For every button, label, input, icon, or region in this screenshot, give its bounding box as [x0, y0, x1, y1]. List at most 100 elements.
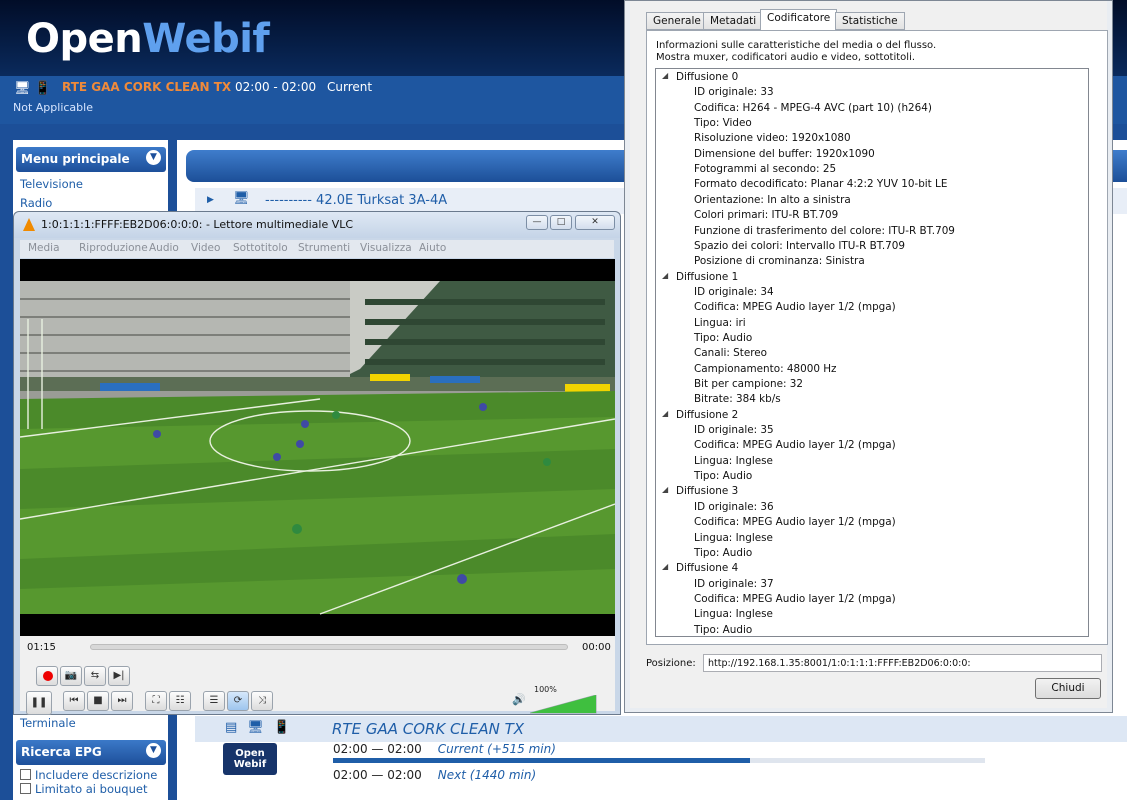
close-button[interactable]: ✕: [575, 215, 615, 230]
stream-4-property: Lingua: Inglese: [694, 608, 773, 621]
stream-0-property: Orientazione: In alto a sinistra: [694, 193, 851, 206]
volume-icon[interactable]: 🔊: [512, 693, 526, 706]
previous-icon[interactable]: ⏮: [63, 691, 85, 711]
main-menu-header[interactable]: Menu principale ▼: [16, 147, 166, 172]
menu-aiuto[interactable]: Aiuto: [419, 242, 446, 254]
pause-button[interactable]: ❚❚: [26, 691, 52, 715]
channel-name[interactable]: RTE GAA CORK CLEAN TX: [332, 720, 524, 738]
include-description-option[interactable]: Includere descrizione: [20, 768, 157, 782]
stream-node-0[interactable]: ◢ Diffusione 0: [662, 71, 738, 85]
tab-statistiche[interactable]: Statistiche: [835, 12, 905, 30]
stream-node-4[interactable]: ◢ Diffusione 4: [662, 562, 739, 576]
shuffle-icon[interactable]: ⤨: [251, 691, 273, 711]
menu-strumenti[interactable]: Strumenti: [298, 242, 350, 254]
stream-2-property: ID originale: 35: [694, 424, 774, 437]
satellite-label: ---------- 42.0E Turksat 3A-4A: [265, 193, 448, 208]
stream-label: Diffusione 4: [676, 562, 739, 575]
minimize-button[interactable]: —: [526, 215, 548, 230]
now-channel: RTE GAA CORK CLEAN TX: [62, 80, 232, 94]
stream-3-property: Codifica: MPEG Audio layer 1/2 (mpga): [694, 516, 896, 529]
playlist-icon[interactable]: ☰: [203, 691, 225, 711]
program-next[interactable]: 02:00 — 02:00 Next (1440 min): [333, 768, 536, 782]
position-label: Posizione:: [646, 658, 696, 669]
collapse-triangle-icon[interactable]: ◢: [662, 71, 668, 80]
record-button[interactable]: [36, 666, 58, 686]
menu-riproduzione[interactable]: Riproduzione: [79, 242, 148, 254]
program-current[interactable]: 02:00 — 02:00 Current (+515 min): [333, 742, 556, 756]
stop-icon[interactable]: ■: [87, 691, 109, 711]
tab-generale[interactable]: Generale: [646, 12, 708, 30]
stream-node-3[interactable]: ◢ Diffusione 3: [662, 485, 739, 499]
progress-fill: [333, 758, 751, 763]
sidebar-item-radio[interactable]: Radio: [20, 196, 52, 210]
stream-1-property: Bitrate: 384 kb/s: [694, 393, 781, 406]
expand-arrow-icon[interactable]: ▶: [207, 195, 214, 205]
stream-0-property: Codifica: H264 - MPEG-4 AVC (part 10) (h…: [694, 101, 932, 114]
volume-slider[interactable]: [530, 695, 598, 714]
stream-4-property: Tipo: Audio: [694, 623, 753, 636]
maximize-button[interactable]: □: [550, 215, 572, 230]
position-field[interactable]: http://192.168.1.35:8001/1:0:1:1:1:FFFF:…: [703, 654, 1102, 672]
codec-tree[interactable]: ◢ Diffusione 0 ID originale: 33 Codifica: H…: [655, 68, 1089, 637]
stream-label: Diffusione 2: [676, 408, 739, 421]
codec-description: Informazioni sulle caratteristiche del m…: [656, 40, 937, 63]
bouquet-only-option[interactable]: Limitato ai bouquet: [20, 782, 147, 796]
next-icon[interactable]: ⏭: [111, 691, 133, 711]
stream-1-property: Codifica: MPEG Audio layer 1/2 (mpga): [694, 301, 896, 314]
sidebar-item-terminale[interactable]: Terminale: [20, 716, 76, 730]
stream-0-property: ID originale: 33: [694, 86, 774, 99]
stream-node-1[interactable]: ◢ Diffusione 1: [662, 270, 739, 285]
vlc-titlebar[interactable]: 1:0:1:1:1:FFFF:EB2D06:0:0:0: - Lettore m…: [14, 212, 620, 238]
stream-3-property: ID originale: 36: [694, 500, 774, 513]
stream-2-property: Codifica: MPEG Audio layer 1/2 (mpga): [694, 439, 896, 452]
video-area[interactable]: [20, 259, 615, 636]
extended-settings-icon[interactable]: ☷: [169, 691, 191, 711]
stream-0-property: Posizione di crominanza: Sinistra: [694, 255, 865, 268]
collapse-triangle-icon[interactable]: ◢: [662, 562, 668, 571]
stream-4-property: ID originale: 37: [694, 577, 774, 590]
stream-node-2[interactable]: ◢ Diffusione 2: [662, 408, 739, 423]
loop-ab-icon[interactable]: ⇆: [84, 666, 106, 686]
menu-media[interactable]: Media: [28, 242, 60, 254]
channel-logo: Open Webif: [223, 743, 277, 775]
checkbox[interactable]: [20, 783, 31, 794]
seek-bar[interactable]: [90, 644, 568, 650]
hurling-match-video-frame: [20, 259, 615, 636]
tv-phone-icon[interactable]: 🖥📱: [14, 81, 55, 96]
stream-0-property: Dimensione del buffer: 1920x1090: [694, 147, 875, 160]
stream-label: Diffusione 1: [676, 270, 739, 283]
collapse-triangle-icon[interactable]: ◢: [662, 409, 668, 418]
stream-1-property: Tipo: Audio: [694, 331, 753, 344]
tab-codificatore[interactable]: Codificatore: [760, 9, 838, 30]
channel-icons[interactable]: ▤🖥📱: [225, 720, 300, 735]
menu-visualizza[interactable]: Visualizza: [360, 242, 412, 254]
sidebar-item-televisione[interactable]: Televisione: [20, 177, 83, 191]
now-state: Current: [327, 80, 373, 94]
frame-step-icon[interactable]: ▶|: [108, 666, 130, 686]
openwebif-logo[interactable]: OpenWebif: [26, 16, 270, 62]
stream-label: Diffusione 3: [676, 485, 739, 498]
dialog-body: Generale Metadati Codificatore Statistic…: [630, 1, 1108, 708]
chevron-down-icon[interactable]: ▼: [146, 743, 161, 758]
fullscreen-icon[interactable]: ⛶: [145, 691, 167, 711]
stream-0-property: Formato decodificato: Planar 4:2:2 YUV 1…: [694, 178, 948, 191]
collapse-triangle-icon[interactable]: ◢: [662, 485, 668, 494]
menu-sottotitolo[interactable]: Sottotitolo: [233, 242, 288, 254]
menu-audio[interactable]: Audio: [149, 242, 179, 254]
tab-metadati[interactable]: Metadati: [703, 12, 764, 30]
collapse-triangle-icon[interactable]: ◢: [662, 271, 668, 280]
chiudi-button[interactable]: Chiudi: [1035, 678, 1101, 699]
snapshot-icon[interactable]: 📷: [60, 666, 82, 686]
stream-1-property: Canali: Stereo: [694, 347, 768, 360]
stream-1-property: Bit per campione: 32: [694, 378, 804, 390]
loop-icon[interactable]: ⟳: [227, 691, 249, 711]
menu-video[interactable]: Video: [191, 242, 220, 254]
checkbox[interactable]: [20, 769, 31, 780]
stream-0-property: Fotogrammi al secondo: 25: [694, 163, 837, 176]
vlc-menubar: Media Riproduzione Audio Video Sottotito…: [20, 240, 614, 258]
stream-1-property: ID originale: 34: [694, 285, 774, 298]
channel-row: ▤🖥📱 RTE GAA CORK CLEAN TX: [195, 716, 1127, 742]
chevron-down-icon[interactable]: ▼: [146, 150, 161, 165]
epg-search-header[interactable]: Ricerca EPG ▼: [16, 740, 166, 765]
stream-0-property: Spazio dei colori: Intervallo ITU-R BT.7…: [694, 239, 906, 252]
